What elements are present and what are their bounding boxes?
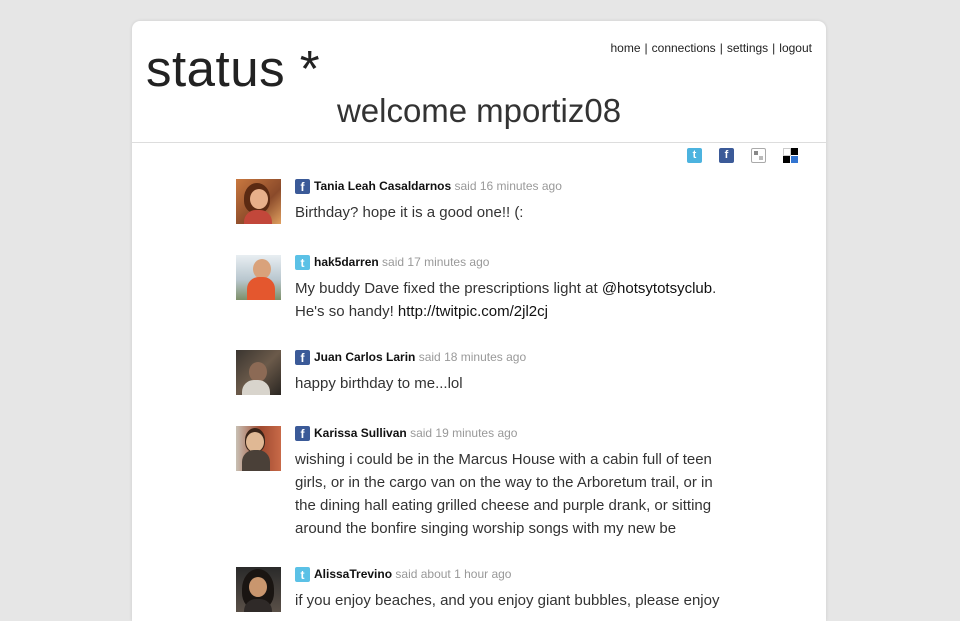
avatar[interactable] bbox=[236, 350, 281, 395]
top-navigation: home | connections | settings | logout bbox=[610, 41, 812, 55]
post-meta: f Juan Carlos Larin said 18 minutes ago bbox=[295, 350, 526, 365]
author-name[interactable]: Juan Carlos Larin bbox=[314, 350, 415, 364]
avatar[interactable] bbox=[236, 255, 281, 300]
post-meta: t hak5darren said 17 minutes ago bbox=[295, 255, 489, 270]
status-text: My buddy Dave fixed the prescriptions li… bbox=[295, 277, 725, 323]
post-meta: f Karissa Sullivan said 19 minutes ago bbox=[295, 426, 517, 441]
username: mportiz08 bbox=[476, 92, 622, 129]
facebook-icon: f bbox=[295, 179, 310, 194]
author-name[interactable]: Tania Leah Casaldarnos bbox=[314, 179, 451, 193]
timestamp: said 19 minutes ago bbox=[410, 426, 518, 440]
nav-logout-link[interactable]: logout bbox=[779, 41, 812, 55]
author-name[interactable]: AlissaTrevino bbox=[314, 567, 392, 581]
nav-separator: | bbox=[719, 41, 723, 55]
timestamp: said 16 minutes ago bbox=[454, 179, 562, 193]
post-meta: t AlissaTrevino said about 1 hour ago bbox=[295, 567, 511, 582]
delicious-icon[interactable] bbox=[783, 148, 798, 163]
post-meta: f Tania Leah Casaldarnos said 16 minutes … bbox=[295, 179, 562, 194]
twitter-icon: t bbox=[295, 567, 310, 582]
mention-link[interactable]: @hotsytotsyclub bbox=[602, 280, 712, 297]
nav-settings-link[interactable]: settings bbox=[727, 41, 768, 55]
status-text: happy birthday to me...lol bbox=[295, 375, 463, 392]
welcome-heading: welcome mportiz08 bbox=[132, 92, 826, 130]
header-divider bbox=[132, 142, 826, 143]
url-link[interactable]: http://twitpic.com/2jl2cj bbox=[398, 303, 548, 320]
author-name[interactable]: hak5darren bbox=[314, 255, 379, 269]
timestamp: said 17 minutes ago bbox=[382, 255, 490, 269]
status-text: if you enjoy beaches, and you enjoy gian… bbox=[295, 592, 720, 609]
facebook-icon[interactable]: f bbox=[719, 148, 734, 163]
timestamp: said 18 minutes ago bbox=[418, 350, 527, 364]
nav-separator: | bbox=[644, 41, 648, 55]
status-text-part: My buddy Dave fixed the prescriptions li… bbox=[295, 280, 602, 297]
avatar[interactable] bbox=[236, 426, 281, 471]
google-bookmarks-icon[interactable] bbox=[751, 148, 766, 163]
facebook-icon: f bbox=[295, 350, 310, 365]
twitter-icon[interactable]: t bbox=[687, 148, 702, 163]
avatar[interactable] bbox=[236, 179, 281, 224]
nav-separator: | bbox=[772, 41, 776, 55]
avatar[interactable] bbox=[236, 567, 281, 612]
author-name[interactable]: Karissa Sullivan bbox=[314, 426, 407, 440]
main-container: status * home | connections | settings | logou… bbox=[132, 21, 826, 621]
share-toolbar: t f bbox=[670, 148, 798, 163]
facebook-icon: f bbox=[295, 426, 310, 441]
timestamp: said about 1 hour ago bbox=[395, 567, 512, 581]
status-text: wishing i could be in the Marcus House w… bbox=[295, 451, 713, 537]
status-text: Birthday? hope it is a good one!! (: bbox=[295, 204, 524, 221]
nav-home-link[interactable]: home bbox=[610, 41, 640, 55]
nav-connections-link[interactable]: connections bbox=[652, 41, 716, 55]
welcome-word: welcome bbox=[336, 92, 468, 129]
twitter-icon: t bbox=[295, 255, 310, 270]
site-logo[interactable]: status * bbox=[146, 41, 320, 97]
